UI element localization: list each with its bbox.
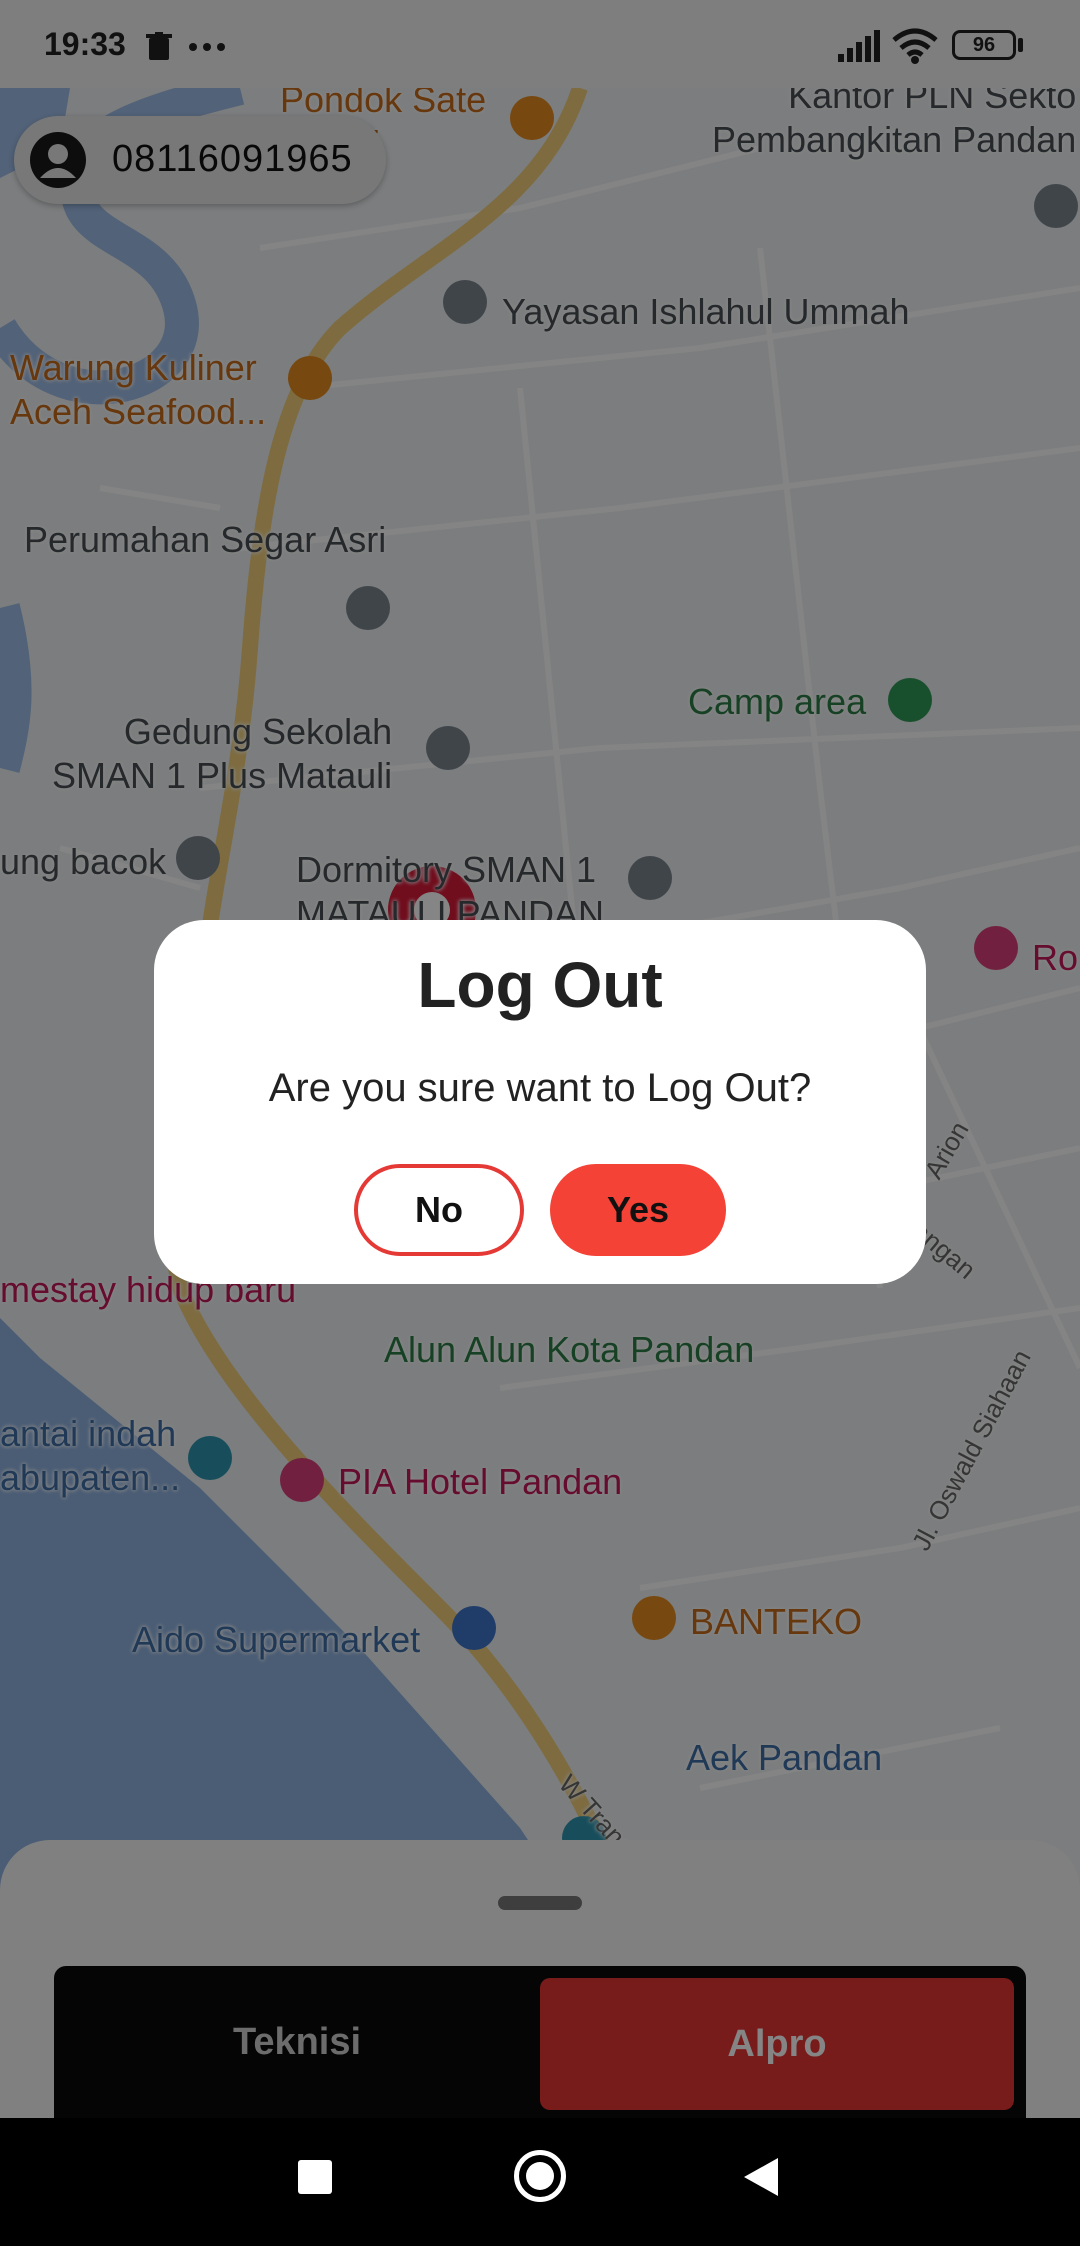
logout-dialog: Log Out Are you sure want to Log Out? No… [154,920,926,1284]
home-circle-icon[interactable] [514,2150,566,2202]
recents-square-icon[interactable] [298,2160,332,2194]
dialog-message: Are you sure want to Log Out? [268,1066,812,1110]
back-triangle-icon[interactable] [744,2158,778,2196]
no-button[interactable]: No [354,1164,524,1256]
home-dot [526,2162,554,2190]
navigation-bar [0,2118,1080,2246]
dialog-title: Log Out [417,949,663,1021]
yes-button[interactable]: Yes [550,1164,726,1256]
